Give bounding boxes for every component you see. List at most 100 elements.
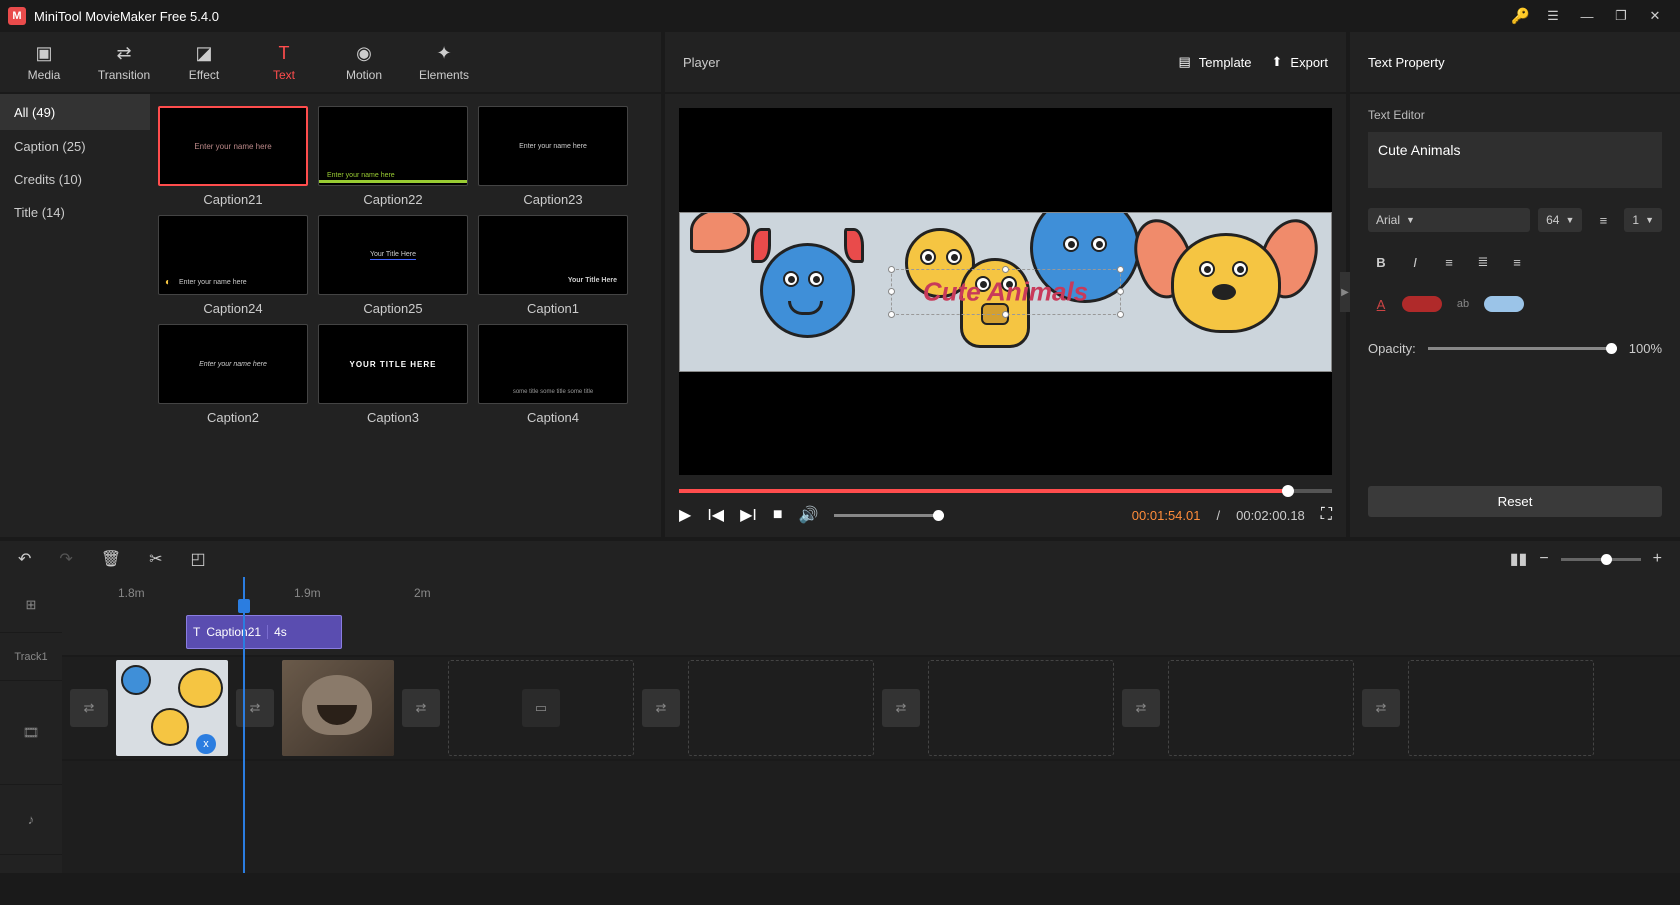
timeline-toolbar: ↶ ↷ 🗑 ✂ ◰ ▮▮ − + — [0, 537, 1680, 577]
zoom-out-button[interactable]: − — [1539, 550, 1548, 568]
progress-knob[interactable] — [1282, 485, 1294, 497]
template-caption1[interactable]: Your Title Here — [478, 215, 628, 295]
italic-button[interactable]: I — [1402, 249, 1428, 275]
category-caption[interactable]: Caption (25) — [0, 130, 150, 163]
template-caption4[interactable]: some title some title some title — [478, 324, 628, 404]
text-track[interactable]: T Caption21 4s — [62, 609, 1680, 657]
crop-button[interactable]: ◰ — [191, 549, 206, 569]
lineheight-value: 1 — [1632, 213, 1639, 227]
template-button[interactable]: ▤Template — [1178, 54, 1251, 70]
prev-frame-button[interactable]: I◀ — [707, 505, 724, 525]
redo-button[interactable]: ↷ — [59, 549, 72, 569]
text-clip[interactable]: T Caption21 4s — [186, 615, 342, 649]
text-content-input[interactable] — [1368, 132, 1662, 188]
elements-icon: ✦ — [436, 43, 451, 64]
play-button[interactable]: ▶ — [679, 505, 691, 525]
transition-slot[interactable]: ⇄ — [236, 689, 274, 727]
stop-button[interactable]: ■ — [773, 506, 783, 524]
template-caption25[interactable]: Your Title Here — [318, 215, 468, 295]
maximize-button[interactable]: ❐ — [1604, 2, 1638, 30]
tab-effect[interactable]: ◪Effect — [164, 32, 244, 92]
tab-media[interactable]: ▣Media — [4, 32, 84, 92]
tab-media-label: Media — [28, 68, 61, 82]
transition-slot[interactable]: ⇄ — [402, 689, 440, 727]
empty-clip-slot[interactable] — [928, 660, 1114, 756]
video-track[interactable]: ⇄ x ⇄ ⇄ ▭ ⇄ ⇄ ⇄ — [62, 657, 1680, 761]
reset-button[interactable]: Reset — [1368, 486, 1662, 517]
minimize-button[interactable]: — — [1570, 2, 1604, 30]
tab-text[interactable]: TText — [244, 32, 324, 92]
transition-slot[interactable]: ⇄ — [882, 689, 920, 727]
playhead[interactable] — [243, 577, 245, 873]
transition-slot[interactable]: ⇄ — [70, 689, 108, 727]
export-button[interactable]: ⬆ Export — [1272, 54, 1328, 70]
template-caption21[interactable]: Enter your name here — [158, 106, 308, 186]
menu-icon[interactable]: ☰ — [1536, 2, 1570, 30]
close-button[interactable]: ✕ — [1638, 2, 1672, 30]
bold-button[interactable]: B — [1368, 249, 1394, 275]
text-color-swatch[interactable] — [1402, 296, 1442, 312]
app-title: MiniTool MovieMaker Free 5.4.0 — [34, 9, 1511, 24]
overlay-text[interactable]: Cute Animals — [923, 276, 1088, 307]
line-height-select[interactable]: 1▼ — [1624, 208, 1662, 232]
transition-slot[interactable]: ⇄ — [642, 689, 680, 727]
tab-motion[interactable]: ◉Motion — [324, 32, 404, 92]
export-label: Export — [1290, 55, 1328, 70]
thumb-label: Caption22 — [318, 192, 468, 207]
tab-elements[interactable]: ✦Elements — [404, 32, 484, 92]
empty-clip-slot[interactable] — [688, 660, 874, 756]
thumb-preview-text: Your Title Here — [370, 251, 416, 260]
audio-track[interactable] — [62, 761, 1680, 831]
empty-clip-slot[interactable] — [1408, 660, 1594, 756]
fullscreen-button[interactable]: ⛶ — [1321, 506, 1332, 524]
empty-clip-slot[interactable] — [1168, 660, 1354, 756]
progress-bar[interactable] — [679, 489, 1332, 493]
highlight-color-swatch[interactable] — [1484, 296, 1524, 312]
zoom-in-button[interactable]: + — [1653, 550, 1662, 568]
thumb-preview-text: Enter your name here — [519, 143, 587, 150]
video-clip-1[interactable]: x — [116, 660, 228, 756]
thumb-preview-text: Enter your name here — [327, 172, 395, 179]
volume-slider[interactable] — [834, 514, 944, 517]
split-button[interactable]: ✂ — [149, 549, 162, 569]
template-caption24[interactable]: Enter your name here◐ — [158, 215, 308, 295]
highlight-icon[interactable]: ab — [1450, 291, 1476, 317]
key-icon[interactable]: 🔑 — [1511, 7, 1530, 25]
video-clip-2[interactable] — [282, 660, 394, 756]
category-all[interactable]: All (49) — [0, 94, 150, 130]
tab-transition[interactable]: ⇄Transition — [84, 32, 164, 92]
timeline-ruler[interactable]: 1.8m 1.9m 2m — [62, 577, 1680, 609]
collapse-handle[interactable]: ▶ — [1340, 272, 1350, 312]
timeline: ⊞ Track1 🎞 ♪ 1.8m 1.9m 2m T Caption21 4s… — [0, 577, 1680, 873]
delete-button[interactable]: 🗑 — [101, 549, 121, 569]
thumb-preview-text: YOUR TITLE HERE — [349, 360, 436, 369]
transition-slot[interactable]: ⇄ — [1122, 689, 1160, 727]
template-caption3[interactable]: YOUR TITLE HERE — [318, 324, 468, 404]
align-left-button[interactable]: ≡ — [1436, 249, 1462, 275]
template-caption2[interactable]: Enter your name here — [158, 324, 308, 404]
opacity-slider[interactable] — [1428, 347, 1617, 350]
empty-clip-slot[interactable]: ▭ — [448, 660, 634, 756]
template-caption23[interactable]: Enter your name here — [478, 106, 628, 186]
transition-slot[interactable]: ⇄ — [1362, 689, 1400, 727]
tab-text-label: Text — [273, 68, 295, 82]
ruler-mark: 1.9m — [294, 586, 321, 600]
app-icon: M — [8, 7, 26, 25]
align-center-button[interactable]: ≣ — [1470, 249, 1496, 275]
line-spacing-icon[interactable]: ≡ — [1590, 207, 1616, 233]
next-frame-button[interactable]: ▶I — [740, 505, 757, 525]
font-size-select[interactable]: 64▼ — [1538, 208, 1582, 232]
snap-icon[interactable]: ▮▮ — [1510, 549, 1528, 569]
export-icon: ⬆ — [1272, 54, 1283, 70]
volume-icon[interactable]: 🔊 — [798, 505, 818, 525]
text-color-icon[interactable]: A — [1368, 291, 1394, 317]
add-track-button[interactable]: ⊞ — [0, 577, 62, 633]
category-credits[interactable]: Credits (10) — [0, 163, 150, 196]
zoom-slider[interactable] — [1561, 558, 1641, 561]
undo-button[interactable]: ↶ — [18, 549, 31, 569]
template-caption22[interactable]: Enter your name here — [318, 106, 468, 186]
category-title[interactable]: Title (14) — [0, 196, 150, 229]
video-preview[interactable]: Cute Animals — [679, 108, 1332, 475]
align-right-button[interactable]: ≡ — [1504, 249, 1530, 275]
font-family-select[interactable]: Arial▼ — [1368, 208, 1530, 232]
